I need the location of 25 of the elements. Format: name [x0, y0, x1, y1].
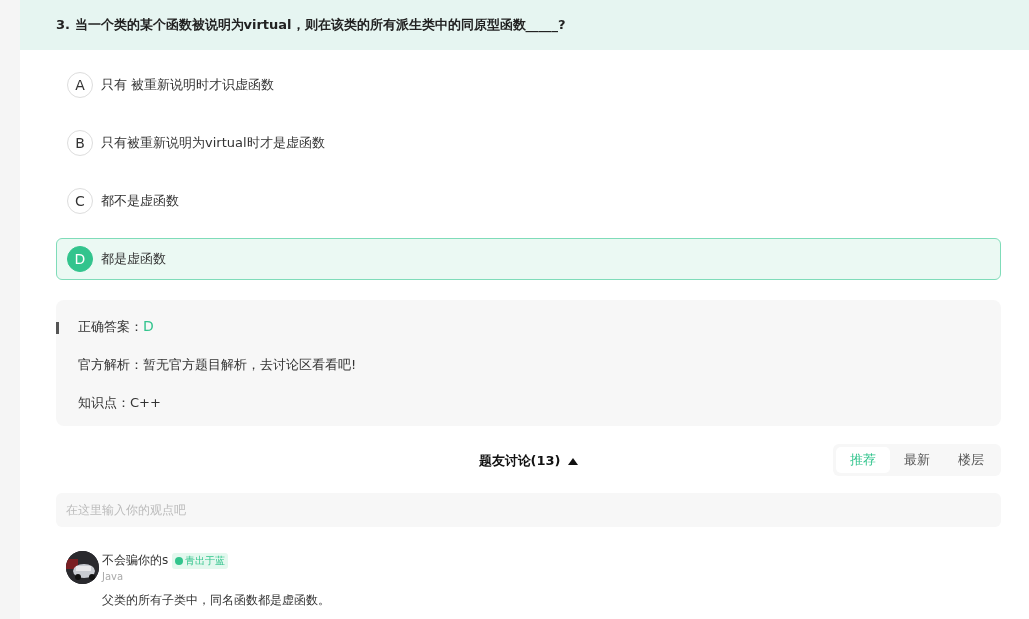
sort-tab[interactable]: 最新 — [890, 447, 944, 473]
option-text: 只有被重新说明为virtual时才是虚函数 — [101, 134, 325, 152]
user-name[interactable]: 不会骗你的s — [102, 552, 169, 570]
option-text: 都不是虚函数 — [101, 192, 179, 210]
knowledge-point: 知识点：C++ — [78, 394, 162, 412]
option-letter: A — [67, 72, 93, 98]
answer-label: 正确答案： — [78, 318, 143, 336]
user-tag: Java — [102, 570, 1001, 584]
answer-option[interactable]: C 都不是虚函数 — [56, 180, 1001, 222]
option-text: 只有 被重新说明时才识虚函数 — [101, 76, 275, 94]
discussion-toggle[interactable]: 题友讨论(13) — [478, 452, 579, 470]
sort-tab[interactable]: 楼层 — [944, 447, 998, 473]
answer-option[interactable]: B 只有被重新说明为virtual时才是虚函数 — [56, 122, 1001, 164]
correct-answer: D — [143, 318, 154, 334]
option-letter: B — [67, 130, 93, 156]
option-text: 都是虚函数 — [101, 250, 166, 268]
option-letter: D — [67, 246, 93, 272]
caret-icon — [568, 457, 579, 465]
explanation-text: 官方解析：暂无官方题目解析，去讨论区看看吧! — [78, 356, 358, 374]
question-text: 3. 当一个类的某个函数被说明为virtual，则在该类的所有派生类中的同原型函数_____? — [56, 16, 566, 34]
answer-option[interactable]: A 只有 被重新说明时才识虚函数 — [56, 64, 1001, 106]
answer-option[interactable]: D 都是虚函数 — [56, 238, 1001, 280]
option-letter: C — [67, 188, 93, 214]
comment-text: 父类的所有子类中，同名函数都是虚函数。 — [102, 592, 331, 609]
level-badge: 青出于蓝 — [172, 552, 229, 569]
